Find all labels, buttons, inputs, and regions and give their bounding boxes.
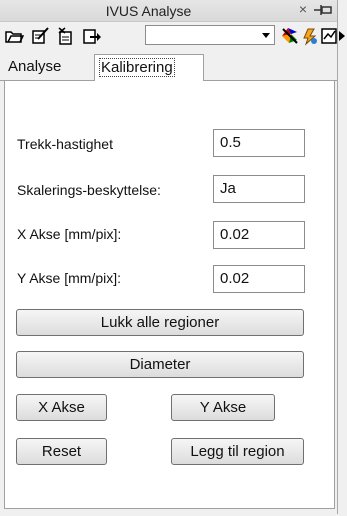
pointer-icon[interactable] xyxy=(300,26,320,46)
tools-doc-icon[interactable] xyxy=(56,26,76,46)
x-akse-label: X Akse [mm/pix]: xyxy=(17,226,122,242)
tab-kalibrering[interactable]: Kalibrering xyxy=(94,54,204,81)
pin-icon[interactable] xyxy=(313,2,333,18)
tab-strip: Analyse Kalibrering xyxy=(0,54,337,81)
window-title: IVUS Analyse xyxy=(105,3,192,19)
export-icon[interactable] xyxy=(82,26,102,46)
trekk-hastighet-field[interactable]: 0.5 xyxy=(213,129,305,157)
ivus-analyse-window: IVUS Analyse × Analyse Kalibrering Trekk… xyxy=(0,0,345,514)
legg-til-region-button[interactable]: Legg til region xyxy=(171,438,304,465)
reset-button[interactable]: Reset xyxy=(16,438,107,465)
graph-icon[interactable] xyxy=(320,26,340,46)
trekk-label: Trekk-hastighet xyxy=(17,136,113,152)
dropdown-combo[interactable] xyxy=(145,25,275,45)
toolbar xyxy=(0,23,345,49)
tab-analyse[interactable]: Analyse xyxy=(4,56,92,78)
color-wheel-icon[interactable] xyxy=(279,26,299,46)
skalering-label: Skalerings-beskyttelse: xyxy=(17,182,161,198)
diameter-button[interactable]: Diameter xyxy=(16,351,304,378)
kalibrering-panel: Trekk-hastighet 0.5 Skalerings-beskyttel… xyxy=(4,81,335,509)
x-akse-field[interactable]: 0.02 xyxy=(213,221,305,249)
lukk-alle-regioner-button[interactable]: Lukk alle regioner xyxy=(16,309,304,336)
chevron-down-icon[interactable] xyxy=(262,33,270,38)
open-folder-icon[interactable] xyxy=(4,26,24,46)
y-akse-button[interactable]: Y Akse xyxy=(171,394,275,421)
arrow-right-icon[interactable] xyxy=(338,26,346,46)
y-akse-field[interactable]: 0.02 xyxy=(213,265,305,293)
title-bar[interactable]: IVUS Analyse × xyxy=(0,0,337,22)
tab-analyse-label: Analyse xyxy=(8,58,62,75)
y-akse-label: Y Akse [mm/pix]: xyxy=(17,270,121,286)
tab-kalibrering-label: Kalibrering xyxy=(99,58,175,77)
close-icon[interactable]: × xyxy=(299,1,307,17)
edit-doc-icon[interactable] xyxy=(30,26,50,46)
skalerings-beskyttelse-field[interactable]: Ja xyxy=(213,175,305,203)
x-akse-button[interactable]: X Akse xyxy=(16,394,107,421)
